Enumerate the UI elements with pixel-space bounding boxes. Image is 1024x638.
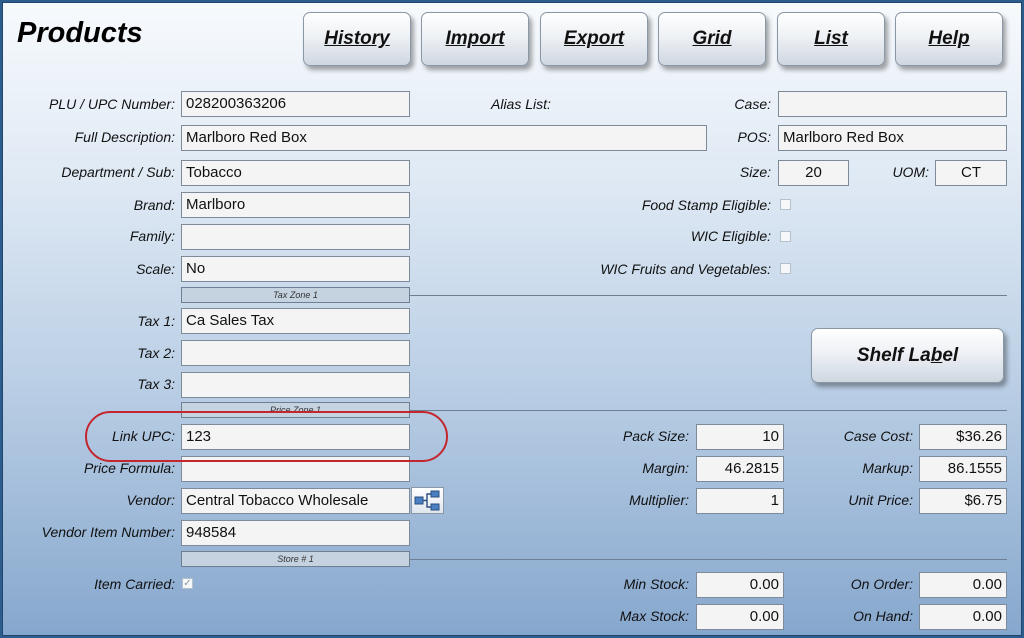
- scale-field[interactable]: No: [181, 256, 410, 282]
- import-button[interactable]: Import: [421, 12, 529, 66]
- wic-fruits-label: WIC Fruits and Vegetables:: [600, 261, 771, 277]
- unit-price-label: Unit Price:: [848, 492, 913, 508]
- link-upc-field[interactable]: 123: [181, 424, 410, 450]
- alias-list-label: Alias List:: [491, 96, 551, 112]
- multiplier-label: Multiplier:: [629, 492, 689, 508]
- wic-fruits-checkbox[interactable]: [780, 263, 791, 274]
- brand-field[interactable]: Marlboro: [181, 192, 410, 218]
- page-title: Products: [17, 17, 143, 49]
- tax3-label: Tax 3:: [137, 376, 175, 392]
- on-order-label: On Order:: [850, 576, 913, 592]
- max-stock-label: Max Stock:: [619, 608, 689, 624]
- tax-zone-divider: [410, 295, 1007, 296]
- price-zone-divider: [410, 410, 1007, 411]
- brand-label: Brand:: [133, 197, 175, 213]
- size-field[interactable]: 20: [778, 160, 849, 186]
- pos-label: POS:: [737, 129, 771, 145]
- vendor-item-number-field[interactable]: 948584: [181, 520, 410, 546]
- price-formula-field[interactable]: [181, 456, 410, 482]
- markup-label: Markup:: [862, 460, 913, 476]
- tax2-label: Tax 2:: [137, 345, 175, 361]
- plu-upc-label: PLU / UPC Number:: [48, 96, 175, 112]
- help-button[interactable]: Help: [895, 12, 1003, 66]
- min-stock-label: Min Stock:: [623, 576, 689, 592]
- grid-button[interactable]: Grid: [658, 12, 766, 66]
- price-zone-tab[interactable]: Price Zone 1: [181, 402, 410, 418]
- price-formula-label: Price Formula:: [83, 460, 175, 476]
- unit-price-field[interactable]: $6.75: [919, 488, 1007, 514]
- tax1-field[interactable]: Ca Sales Tax: [181, 308, 410, 334]
- case-cost-label: Case Cost:: [843, 428, 913, 444]
- shelf-label-text: Shelf Label: [856, 344, 959, 366]
- food-stamp-label: Food Stamp Eligible:: [641, 197, 771, 213]
- history-button[interactable]: History: [303, 12, 411, 66]
- min-stock-field[interactable]: 0.00: [696, 572, 784, 598]
- item-carried-checkbox[interactable]: ✓: [182, 578, 193, 589]
- tax-zone-tab[interactable]: Tax Zone 1: [181, 287, 410, 303]
- uom-field[interactable]: CT: [935, 160, 1007, 186]
- vendor-item-number-label: Vendor Item Number:: [41, 524, 175, 540]
- pack-size-label: Pack Size:: [622, 428, 689, 444]
- vendor-lookup-icon: [414, 490, 440, 511]
- on-hand-field[interactable]: 0.00: [919, 604, 1007, 630]
- department-label: Department / Sub:: [61, 164, 175, 180]
- tax2-field[interactable]: [181, 340, 410, 366]
- margin-label: Margin:: [642, 460, 689, 476]
- link-upc-label: Link UPC:: [111, 428, 175, 444]
- full-description-field[interactable]: Marlboro Red Box: [181, 125, 707, 151]
- list-button[interactable]: List: [777, 12, 885, 66]
- products-window: Products History Import Export Grid List…: [2, 2, 1022, 636]
- store-divider: [410, 559, 1007, 560]
- uom-label: UOM:: [892, 164, 929, 180]
- vendor-label: Vendor:: [126, 492, 175, 508]
- multiplier-field[interactable]: 1: [696, 488, 784, 514]
- export-button[interactable]: Export: [540, 12, 648, 66]
- case-cost-field[interactable]: $36.26: [919, 424, 1007, 450]
- vendor-lookup-button[interactable]: [411, 487, 444, 514]
- scale-label: Scale:: [136, 261, 175, 277]
- size-label: Size:: [739, 164, 771, 180]
- family-label: Family:: [129, 228, 175, 244]
- checkmark-icon: ✓: [183, 578, 192, 589]
- markup-field[interactable]: 86.1555: [919, 456, 1007, 482]
- full-description-label: Full Description:: [74, 129, 175, 145]
- item-carried-label: Item Carried:: [94, 576, 175, 592]
- tax1-label: Tax 1:: [137, 313, 175, 329]
- shelf-label-button[interactable]: Shelf Label: [811, 328, 1004, 383]
- department-field[interactable]: Tobacco: [181, 160, 410, 186]
- margin-field[interactable]: 46.2815: [696, 456, 784, 482]
- vendor-field[interactable]: Central Tobacco Wholesale: [181, 488, 410, 514]
- wic-label: WIC Eligible:: [690, 228, 771, 244]
- pack-size-field[interactable]: 10: [696, 424, 784, 450]
- case-label: Case:: [734, 96, 771, 112]
- food-stamp-checkbox[interactable]: [780, 199, 791, 210]
- max-stock-field[interactable]: 0.00: [696, 604, 784, 630]
- pos-field[interactable]: Marlboro Red Box: [778, 125, 1007, 151]
- on-hand-label: On Hand:: [853, 608, 913, 624]
- plu-upc-field[interactable]: 028200363206: [181, 91, 410, 117]
- tax3-field[interactable]: [181, 372, 410, 398]
- case-field[interactable]: [778, 91, 1007, 117]
- family-field[interactable]: [181, 224, 410, 250]
- store-tab[interactable]: Store # 1: [181, 551, 410, 567]
- on-order-field[interactable]: 0.00: [919, 572, 1007, 598]
- wic-checkbox[interactable]: [780, 231, 791, 242]
